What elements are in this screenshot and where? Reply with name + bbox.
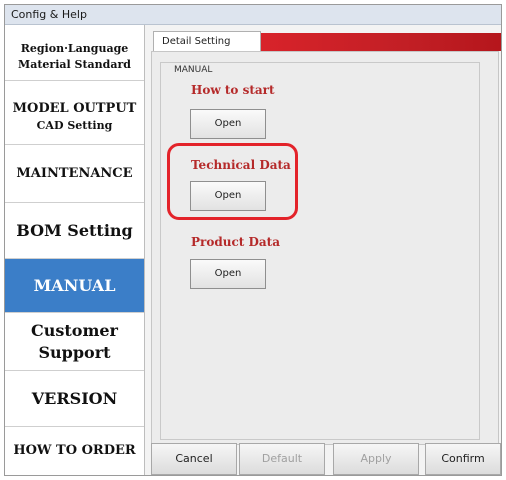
- apply-button[interactable]: Apply: [333, 443, 419, 475]
- sidebar-item-maintenance[interactable]: MAINTENANCE: [5, 145, 144, 203]
- sidebar-item-label: MAINTENANCE: [16, 165, 133, 181]
- product-data-open-button[interactable]: Open: [190, 259, 266, 289]
- config-help-window: Config & Help Region·Language Material S…: [4, 4, 502, 476]
- sidebar-item-label: BOM Setting: [16, 220, 133, 240]
- default-button[interactable]: Default: [239, 443, 325, 475]
- footer-button-row: Cancel Default Apply Confirm: [145, 443, 501, 475]
- manual-panel: MANUAL How to start Open Technical Data …: [151, 51, 499, 445]
- sidebar-item-label: Support: [38, 342, 111, 362]
- sidebar-item-label: CAD Setting: [36, 118, 113, 132]
- sidebar-item-customer-support[interactable]: Customer Support: [5, 313, 144, 371]
- sidebar-item-label: Customer: [31, 320, 118, 340]
- sidebar-item-label: Region·Language: [20, 41, 129, 55]
- sidebar-item-model-output[interactable]: MODEL OUTPUT CAD Setting: [5, 89, 144, 145]
- sidebar-item-manual[interactable]: MANUAL: [5, 259, 144, 313]
- sidebar-item-label: MANUAL: [33, 275, 116, 295]
- sidebar-item-label: Material Standard: [18, 57, 131, 71]
- sidebar-item-region-language[interactable]: Region·Language Material Standard: [5, 33, 144, 81]
- confirm-button[interactable]: Confirm: [425, 443, 501, 475]
- how-to-start-open-button[interactable]: Open: [190, 109, 266, 139]
- sidebar-item-label: VERSION: [31, 388, 118, 408]
- tab-strip-decoration: [261, 33, 501, 51]
- manual-group: MANUAL How to start Open Technical Data …: [160, 62, 480, 440]
- tab-detail-setting[interactable]: Detail Setting: [153, 31, 261, 51]
- group-legend: MANUAL: [171, 65, 216, 75]
- sidebar: Region·Language Material Standard MODEL …: [5, 25, 145, 475]
- sidebar-item-version[interactable]: VERSION: [5, 371, 144, 427]
- technical-data-highlight: [167, 143, 298, 220]
- sidebar-item-how-to-order[interactable]: HOW TO ORDER: [5, 427, 144, 475]
- product-data-title: Product Data: [191, 235, 280, 249]
- window-title: Config & Help: [5, 5, 501, 25]
- sidebar-item-bom-setting[interactable]: BOM Setting: [5, 203, 144, 259]
- cancel-button[interactable]: Cancel: [151, 443, 237, 475]
- sidebar-item-label: MODEL OUTPUT: [12, 100, 137, 116]
- how-to-start-title: How to start: [191, 83, 275, 97]
- content-area: Detail Setting MANUAL How to start Open …: [145, 25, 501, 475]
- sidebar-item-label: HOW TO ORDER: [13, 443, 136, 458]
